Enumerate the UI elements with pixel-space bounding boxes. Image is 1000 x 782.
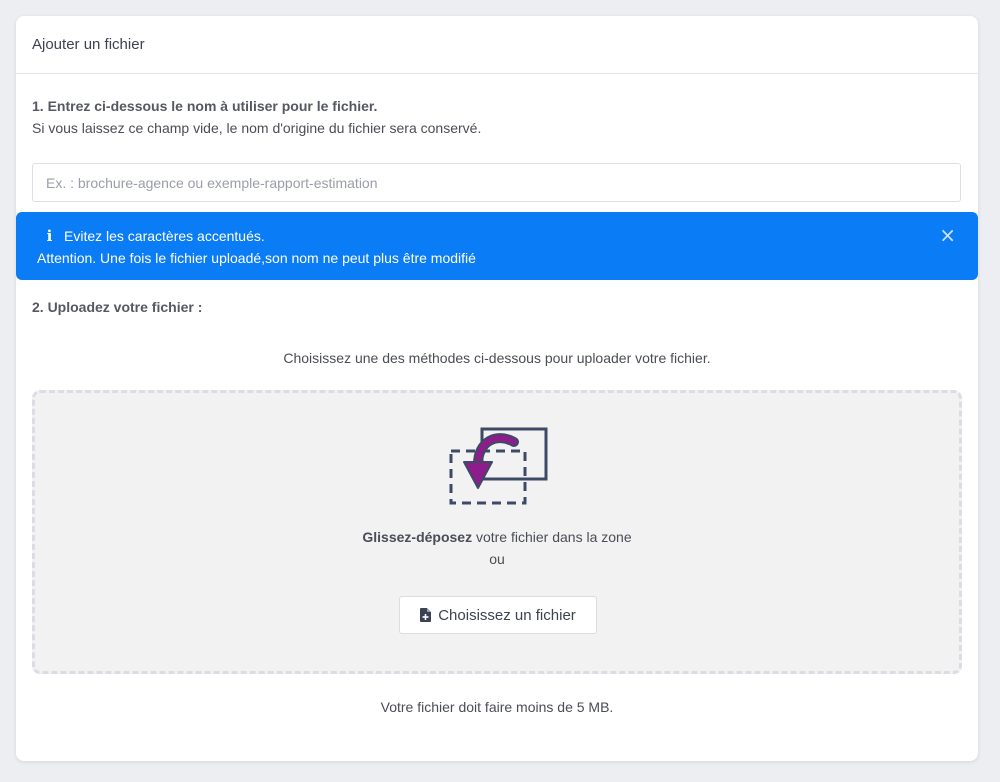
step1-instructions: 1. Entrez ci-dessous le nom à utiliser p… — [32, 95, 481, 139]
alert-line1: Evitez les caractères accentués. — [64, 228, 265, 244]
card-title: Ajouter un fichier — [32, 36, 145, 53]
step1-title: 1. Entrez ci-dessous le nom à utiliser p… — [32, 98, 378, 114]
dropzone-instruction: Glissez-déposez votre fichier dans la zo… — [35, 526, 959, 548]
dropzone[interactable]: Glissez-déposez votre fichier dans la zo… — [32, 390, 962, 674]
step1-subtitle: Si vous laissez ce champ vide, le nom d'… — [32, 120, 482, 136]
dropzone-bold-text: Glissez-déposez — [362, 529, 473, 545]
step2-title: 2. Uploadez votre fichier : — [32, 299, 203, 315]
file-size-note: Votre fichier doit faire moins de 5 MB. — [380, 699, 614, 715]
info-icon: i — [46, 227, 53, 245]
methods-text: Choisissez une des méthodes ci-dessous p… — [283, 350, 711, 366]
dropzone-rest-text: votre fichier dans la zone — [472, 529, 632, 545]
alert-line2: Attention. Une fois le fichier uploadé,s… — [37, 250, 476, 266]
dropzone-or-text: ou — [489, 551, 505, 567]
card-header: Ajouter un fichier — [16, 16, 978, 74]
close-icon[interactable]: × — [939, 224, 956, 246]
info-alert: i Evitez les caractères accentués. Attent… — [16, 212, 978, 280]
filename-input[interactable] — [32, 163, 961, 202]
choose-file-button[interactable]: Choisissez un fichier — [399, 596, 597, 634]
alert-line1-row: i Evitez les caractères accentués. — [37, 225, 958, 247]
drag-drop-icon — [449, 427, 548, 505]
choose-file-label: Choisissez un fichier — [438, 606, 576, 624]
upload-card: Ajouter un fichier 1. Entrez ci-dessous … — [16, 16, 978, 761]
dropzone-text: Glissez-déposez votre fichier dans la zo… — [35, 526, 959, 570]
file-plus-icon — [420, 608, 432, 622]
